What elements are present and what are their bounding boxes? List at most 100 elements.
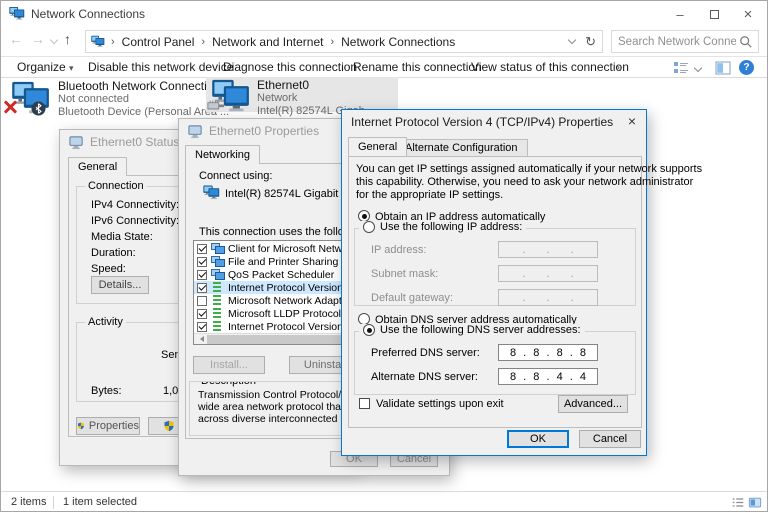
item-checkbox[interactable]: [197, 322, 207, 332]
details-button[interactable]: Details...: [91, 276, 149, 294]
breadcrumb-network-connections[interactable]: Network Connections: [334, 35, 462, 49]
item-checkbox[interactable]: [197, 309, 207, 319]
navigation-bar: ← → ↑ › Control Panel › Network and Inte…: [1, 27, 767, 57]
bytes-sent-value: 1,0: [163, 385, 178, 397]
command-toolbar: Organize ▾ Disable this network device D…: [1, 58, 767, 78]
dialog-title: Ethernet0 Properties: [209, 124, 319, 138]
location-icon: [91, 35, 105, 48]
uac-shield-icon: [163, 420, 175, 432]
adapter-icon: [203, 185, 220, 200]
breadcrumb-separator-icon: ›: [105, 36, 115, 48]
protocol-icon: [211, 321, 224, 332]
maximize-button[interactable]: [697, 1, 731, 27]
tab-networking[interactable]: Networking: [185, 145, 260, 164]
rename-connection-button[interactable]: Rename this connection: [353, 60, 482, 74]
dialog-title: Internet Protocol Version 4 (TCP/IPv4) P…: [351, 115, 613, 129]
alternate-dns-label: Alternate DNS server:: [371, 371, 478, 383]
properties-button[interactable]: Properties: [76, 417, 140, 435]
alternate-dns-field[interactable]: 8 . 8 . 4 . 4: [498, 368, 598, 385]
connection-name: Ethernet0: [257, 79, 365, 92]
protocol-icon: [211, 308, 224, 319]
thumbnail-view-toggle-icon[interactable]: [748, 496, 762, 509]
list-view-toggle-icon[interactable]: [731, 496, 745, 509]
validate-settings-label: Validate settings upon exit: [376, 398, 504, 410]
toolbar-overflow-icon[interactable]: »: [616, 60, 623, 74]
items-count: 2 items: [11, 496, 46, 508]
ipv4-connectivity-label: IPv4 Connectivity:: [91, 199, 179, 211]
ip-address-field: . . .: [498, 241, 598, 258]
duration-label: Duration:: [91, 247, 136, 259]
search-icon[interactable]: [739, 35, 753, 49]
media-state-label: Media State:: [91, 231, 153, 243]
views-icon[interactable]: [673, 61, 689, 75]
tab-general[interactable]: General: [68, 157, 127, 176]
ok-button[interactable]: OK: [507, 430, 569, 448]
item-checkbox[interactable]: [197, 296, 207, 306]
ip-address-label: IP address:: [371, 244, 426, 256]
protocol-icon: [211, 295, 224, 306]
intro-line: for the appropriate IP settings.: [356, 189, 503, 201]
breadcrumb-control-panel[interactable]: Control Panel: [115, 35, 202, 49]
preferred-dns-field[interactable]: 8 . 8 . 8 . 8: [498, 344, 598, 361]
forward-button[interactable]: →: [31, 31, 45, 47]
view-status-button[interactable]: View status of this connection: [471, 60, 629, 74]
group-label: Activity: [85, 316, 126, 328]
disconnected-x-icon: [2, 99, 18, 115]
ipv6-connectivity-label: IPv6 Connectivity:: [91, 215, 179, 227]
use-ip-group: Use the following IP address: IP address…: [354, 228, 636, 306]
dialog-titlebar[interactable]: Internet Protocol Version 4 (TCP/IPv4) P…: [342, 110, 646, 134]
cancel-button[interactable]: Cancel: [579, 430, 641, 448]
item-checkbox[interactable]: [197, 283, 207, 293]
client-service-icon: [211, 256, 224, 267]
organize-dropdown-icon: ▾: [69, 63, 74, 73]
install-button: Install...: [193, 356, 265, 374]
selection-count: 1 item selected: [63, 496, 137, 508]
disable-device-button[interactable]: Disable this network device: [88, 60, 233, 74]
use-dns-label: Use the following DNS server addresses:: [380, 324, 581, 336]
subnet-mask-field: . . .: [498, 265, 598, 282]
close-icon[interactable]: ×: [628, 113, 636, 129]
subnet-mask-label: Subnet mask:: [371, 268, 438, 280]
uac-shield-icon: [77, 420, 85, 432]
preview-pane-icon[interactable]: [715, 61, 731, 75]
search-input[interactable]: [618, 32, 736, 51]
address-dropdown-chevron-icon[interactable]: [568, 36, 576, 44]
breadcrumb-network-and-internet[interactable]: Network and Internet: [205, 35, 330, 49]
item-checkbox[interactable]: [197, 257, 207, 267]
tile-ethernet0-connection[interactable]: Ethernet0 Network Intel(R) 82574L Gigab: [206, 77, 398, 112]
tab-alternate-configuration[interactable]: Alternate Configuration: [395, 139, 528, 157]
status-bar: 2 items 1 item selected: [1, 491, 767, 512]
protocol-icon: [211, 282, 224, 293]
close-button[interactable]: ×: [731, 1, 765, 27]
address-bar[interactable]: › Control Panel › Network and Internet ›…: [85, 30, 603, 53]
scrollbar-thumb[interactable]: [207, 335, 357, 344]
up-button[interactable]: ↑: [64, 31, 71, 47]
scroll-left-arrow-icon[interactable]: [194, 334, 205, 345]
advanced-button[interactable]: Advanced...: [558, 395, 628, 413]
diagnose-connection-button[interactable]: Diagnose this connection: [223, 60, 357, 74]
search-box[interactable]: [611, 30, 759, 53]
radio-use-following-ip[interactable]: [363, 221, 375, 233]
validate-settings-checkbox[interactable]: [359, 398, 370, 409]
refresh-icon[interactable]: ↻: [585, 34, 596, 50]
item-checkbox[interactable]: [197, 244, 207, 254]
preferred-dns-label: Preferred DNS server:: [371, 347, 480, 359]
tab-general[interactable]: General: [348, 137, 407, 156]
item-label: QoS Packet Scheduler: [228, 269, 334, 281]
item-checkbox[interactable]: [197, 270, 207, 280]
group-label: Description: [198, 381, 259, 387]
help-icon[interactable]: ?: [739, 60, 754, 75]
minimize-button[interactable]: –: [663, 1, 697, 27]
recent-locations-chevron-icon[interactable]: [50, 36, 58, 44]
radio-use-following-dns[interactable]: [363, 324, 375, 336]
connection-status: Network: [257, 92, 365, 105]
ethernet-plug-icon: [207, 99, 225, 110]
connection-status: Not connected: [58, 93, 229, 106]
organize-button[interactable]: Organize ▾: [17, 60, 74, 74]
back-button[interactable]: ←: [9, 31, 23, 47]
statusbar-divider: [53, 496, 54, 509]
views-dropdown-chevron-icon[interactable]: [694, 64, 702, 72]
window-titlebar[interactable]: Network Connections – ×: [1, 1, 767, 27]
tile-bluetooth-connection[interactable]: Bluetooth Network Connection Not connect…: [7, 79, 203, 121]
use-ip-label: Use the following IP address:: [380, 221, 522, 233]
